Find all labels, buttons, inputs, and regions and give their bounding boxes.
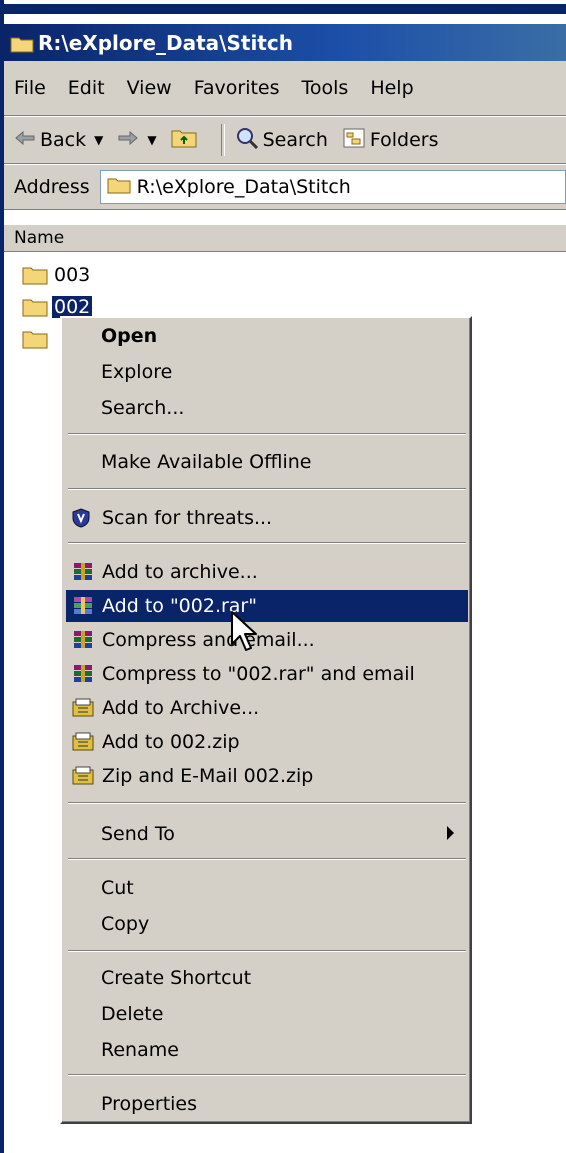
- menu-item-cut[interactable]: Cut: [66, 872, 468, 904]
- menu-separator: [68, 858, 466, 860]
- menu-item-zip-and-email[interactable]: Zip and E-Mail 002.zip: [66, 760, 468, 792]
- column-name-label: Name: [14, 228, 65, 248]
- winrar-icon: [72, 629, 102, 651]
- menu-separator: [68, 488, 466, 490]
- folder-icon: [22, 297, 48, 317]
- top-strip: [0, 0, 566, 24]
- mouse-cursor-icon: [231, 611, 257, 651]
- address-label: Address: [14, 176, 90, 198]
- menu-item-label: Zip and E-Mail 002.zip: [102, 765, 314, 787]
- menu-view[interactable]: View: [127, 77, 172, 99]
- menu-item-label: Delete: [101, 1003, 164, 1025]
- menu-separator: [68, 433, 466, 435]
- menu-item-label: Open: [101, 325, 158, 347]
- address-bar: Address R:\eXplore_Data\Stitch: [4, 164, 566, 210]
- menu-item-label: Explore: [101, 361, 173, 383]
- folder-icon: [22, 329, 48, 349]
- search-label: Search: [262, 129, 328, 151]
- title-bar[interactable]: R:\eXplore_Data\Stitch: [4, 24, 566, 61]
- search-button[interactable]: Search: [235, 127, 328, 154]
- menu-item-label: Create Shortcut: [101, 967, 252, 989]
- folder-icon: [107, 176, 131, 199]
- back-arrow-icon: [14, 129, 36, 151]
- forward-dropdown-icon[interactable]: ▼: [147, 133, 156, 147]
- file-name: 002: [52, 296, 93, 318]
- menu-item-make-available-offline[interactable]: Make Available Offline: [66, 446, 468, 478]
- menu-item-delete[interactable]: Delete: [66, 998, 468, 1030]
- menu-item-label: Scan for threats...: [102, 507, 273, 529]
- menu-favorites[interactable]: Favorites: [194, 77, 280, 99]
- menu-item-open[interactable]: Open: [66, 320, 468, 352]
- menu-separator: [68, 802, 466, 804]
- menu-item-add-to-002-zip[interactable]: Add to 002.zip: [66, 726, 468, 758]
- context-menu: Open Explore Search... Make Available Of…: [60, 316, 472, 1124]
- winrar-icon: [72, 663, 102, 685]
- address-value: R:\eXplore_Data\Stitch: [136, 176, 351, 198]
- address-field[interactable]: R:\eXplore_Data\Stitch: [99, 170, 566, 204]
- back-dropdown-icon[interactable]: ▼: [94, 133, 103, 147]
- winrar-icon: [72, 595, 102, 617]
- menu-item-add-to-archive[interactable]: Add to archive...: [66, 556, 468, 588]
- menu-item-label: Cut: [101, 877, 134, 899]
- window-title: R:\eXplore_Data\Stitch: [38, 30, 293, 55]
- toolbar: Back ▼ ▼ Search Folders: [4, 116, 566, 164]
- menu-separator: [68, 950, 466, 952]
- menu-item-copy[interactable]: Copy: [66, 908, 468, 940]
- menu-item-properties[interactable]: Properties: [66, 1088, 468, 1120]
- up-folder-button[interactable]: [171, 128, 197, 153]
- menu-item-add-to-archive-zip[interactable]: Add to Archive...: [66, 692, 468, 724]
- menu-item-label: Make Available Offline: [101, 451, 312, 473]
- winzip-icon: [72, 765, 102, 787]
- file-name: 003: [54, 264, 91, 286]
- folders-button[interactable]: Folders: [342, 127, 439, 154]
- menu-separator: [68, 542, 466, 544]
- file-item-003[interactable]: 003: [22, 262, 92, 288]
- menu-item-label: Send To: [101, 823, 175, 845]
- file-item-third[interactable]: [22, 326, 56, 352]
- menu-file[interactable]: File: [14, 77, 46, 99]
- menu-item-label: Add to Archive...: [102, 697, 260, 719]
- folder-icon: [22, 265, 48, 285]
- winzip-icon: [72, 697, 102, 719]
- back-button[interactable]: Back ▼: [14, 129, 103, 151]
- menu-item-label: Add to archive...: [102, 561, 258, 583]
- menu-item-search[interactable]: Search...: [66, 392, 468, 424]
- forward-arrow-icon: [117, 129, 139, 151]
- menu-item-explore[interactable]: Explore: [66, 356, 468, 388]
- menu-item-label: Copy: [101, 913, 150, 935]
- menu-item-compress-and-email[interactable]: Compress and email...: [66, 624, 468, 656]
- menu-help[interactable]: Help: [370, 77, 413, 99]
- menu-separator: [68, 1074, 466, 1076]
- window-top-edge: [0, 4, 566, 14]
- menu-edit[interactable]: Edit: [68, 77, 105, 99]
- menu-tools[interactable]: Tools: [302, 77, 349, 99]
- menu-item-rename[interactable]: Rename: [66, 1034, 468, 1066]
- search-icon: [235, 127, 259, 154]
- forward-button[interactable]: ▼: [117, 129, 157, 151]
- menu-item-send-to[interactable]: Send To: [66, 818, 468, 850]
- back-label: Back: [40, 129, 87, 151]
- menu-item-label: Compress and email...: [102, 629, 315, 651]
- winzip-icon: [72, 731, 102, 753]
- menu-item-compress-to-rar-and-email[interactable]: Compress to "002.rar" and email: [66, 658, 468, 690]
- menu-item-scan-for-threats[interactable]: Scan for threats...: [66, 502, 468, 534]
- menu-item-label: Search...: [101, 397, 185, 419]
- menu-item-add-to-002-rar[interactable]: Add to "002.rar": [66, 590, 468, 622]
- menu-item-label: Compress to "002.rar" and email: [102, 663, 415, 685]
- column-header-name[interactable]: Name: [4, 224, 566, 252]
- winrar-icon: [72, 561, 102, 583]
- folder-icon: [10, 34, 34, 52]
- up-folder-icon: [171, 128, 197, 153]
- shield-icon: [72, 507, 102, 529]
- menu-item-label: Rename: [101, 1039, 179, 1061]
- toolbar-separator: [220, 124, 225, 156]
- folders-label: Folders: [369, 129, 439, 151]
- menu-item-label: Add to 002.zip: [102, 731, 240, 753]
- menu-bar: File Edit View Favorites Tools Help: [4, 61, 566, 116]
- folders-icon: [342, 127, 366, 154]
- menu-item-create-shortcut[interactable]: Create Shortcut: [66, 962, 468, 994]
- menu-item-label: Properties: [101, 1093, 198, 1115]
- submenu-arrow-icon: [447, 826, 454, 840]
